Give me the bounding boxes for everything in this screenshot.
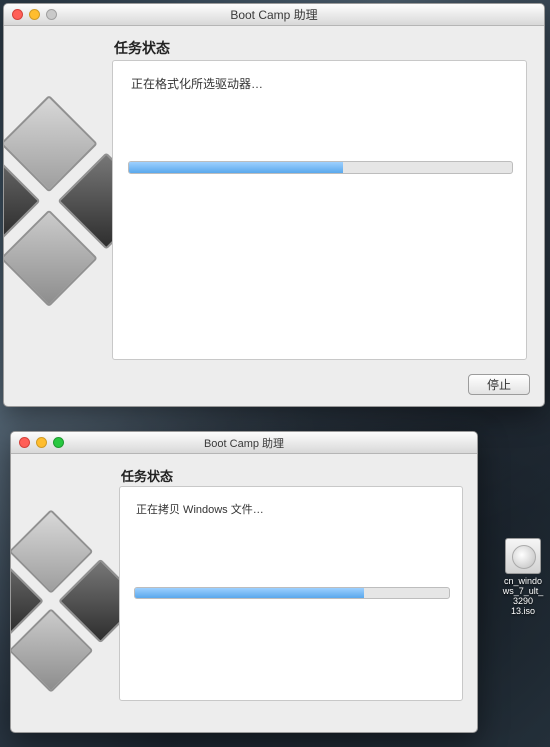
traffic-lights — [11, 437, 64, 448]
file-label: cn_windows_7_ult_3290 13.iso — [502, 577, 544, 617]
status-text: 正在格式化所选驱动器… — [131, 75, 263, 92]
titlebar[interactable]: Boot Camp 助理 — [11, 432, 477, 454]
task-heading: 任务状态 — [121, 466, 173, 485]
stop-button[interactable]: 停止 — [468, 374, 530, 395]
bootcamp-window-1: Boot Camp 助理 任务状态 正在格式化所选驱动器… 停止 — [3, 3, 545, 407]
progress-fill — [135, 588, 364, 598]
close-icon[interactable] — [19, 437, 30, 448]
window-body: 任务状态 正在格式化所选驱动器… 停止 — [4, 26, 544, 406]
disk-image-icon — [505, 538, 541, 574]
window-title: Boot Camp 助理 — [11, 435, 477, 451]
progress-bar — [134, 587, 450, 599]
titlebar[interactable]: Boot Camp 助理 — [4, 4, 544, 26]
traffic-lights — [4, 9, 57, 20]
content-panel: 正在格式化所选驱动器… — [112, 60, 527, 360]
status-text: 正在拷贝 Windows 文件… — [136, 501, 264, 517]
content-panel: 正在拷贝 Windows 文件… — [119, 486, 463, 701]
desktop-iso-file[interactable]: cn_windows_7_ult_3290 13.iso — [502, 538, 544, 617]
zoom-icon[interactable] — [53, 437, 64, 448]
window-body: 任务状态 正在拷贝 Windows 文件… — [11, 454, 477, 732]
minimize-icon[interactable] — [36, 437, 47, 448]
zoom-icon — [46, 9, 57, 20]
progress-fill — [129, 162, 343, 173]
close-icon[interactable] — [12, 9, 23, 20]
minimize-icon[interactable] — [29, 9, 40, 20]
progress-bar — [128, 161, 513, 174]
task-heading: 任务状态 — [114, 38, 170, 58]
window-title: Boot Camp 助理 — [4, 6, 544, 23]
bootcamp-window-2: Boot Camp 助理 任务状态 正在拷贝 Windows 文件… — [10, 431, 478, 733]
